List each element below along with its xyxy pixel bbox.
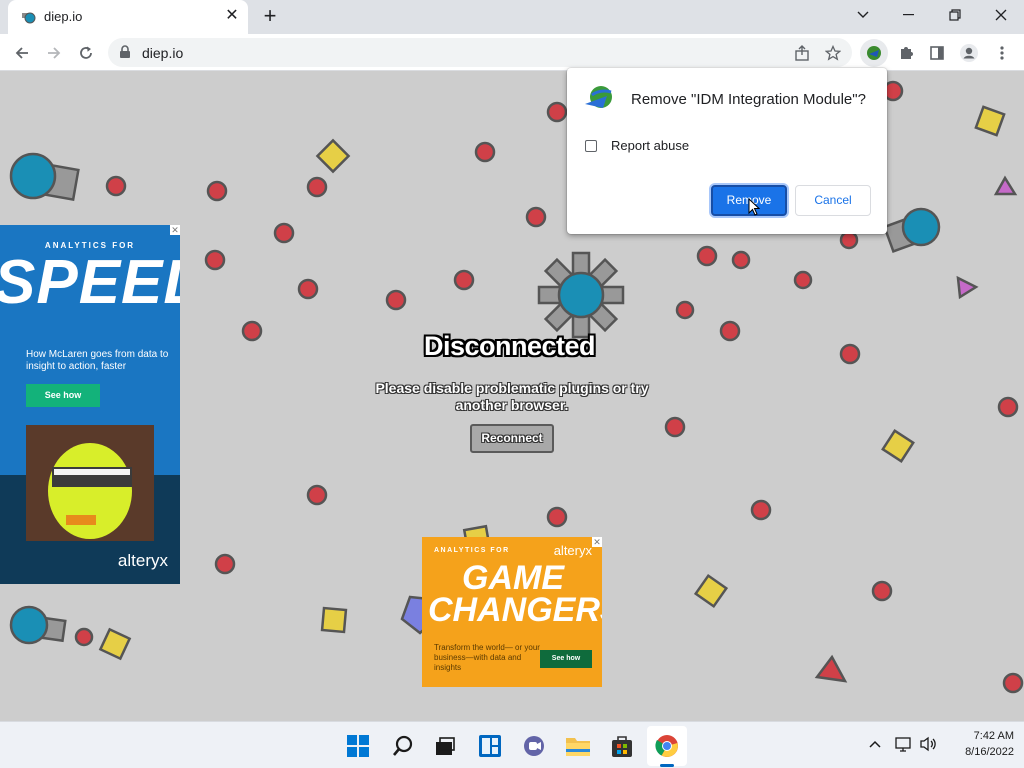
mouse-cursor-icon (748, 198, 760, 216)
ad-bottom-body: Transform the world— or your business—wi… (434, 643, 540, 672)
forward-button[interactable] (40, 39, 68, 67)
search-icon[interactable] (387, 730, 419, 762)
ad-left-cta-button[interactable]: See how (26, 384, 100, 407)
clock-time: 7:42 AM (973, 730, 1014, 742)
widgets-icon[interactable] (474, 730, 506, 762)
volume-icon[interactable] (920, 735, 938, 753)
remove-extension-dialog: Remove "IDM Integration Module"? Report … (567, 68, 887, 234)
reconnect-button[interactable]: Reconnect (470, 424, 554, 453)
disconnected-message: Please disable problematic plugins or tr… (375, 380, 649, 413)
show-hidden-icons-chevron-icon[interactable] (866, 735, 884, 753)
restore-button[interactable] (932, 0, 978, 30)
report-abuse-checkbox[interactable] (585, 140, 597, 152)
side-panel-icon[interactable] (923, 39, 951, 67)
microsoft-store-icon[interactable] (606, 730, 638, 762)
disconnected-title: Disconnected (424, 331, 596, 361)
chat-icon[interactable] (518, 730, 550, 762)
close-window-button[interactable] (978, 0, 1024, 30)
reload-button[interactable] (72, 39, 100, 67)
clock-date: 8/16/2022 (965, 746, 1014, 758)
dialog-title: Remove "IDM Integration Module"? (631, 91, 866, 108)
ad-bottom-close-icon[interactable]: ✕ (592, 537, 602, 547)
ad-bottom-banner[interactable]: ANALYTICS FOR alteryx GAME CHANGERS Tran… (422, 537, 602, 687)
tab-close-icon[interactable]: ✕ (222, 6, 242, 26)
windows-taskbar: 7:42 AM 8/16/2022 (0, 721, 1024, 768)
start-icon[interactable] (342, 730, 374, 762)
minimize-button[interactable] (886, 0, 932, 30)
ad-left-headline: SPEED (0, 248, 180, 317)
ad-bottom-eyebrow: ANALYTICS FOR (434, 547, 510, 554)
ad-left-body: How McLaren goes from data to insight to… (26, 349, 169, 372)
idm-icon (585, 86, 612, 108)
taskbar-clock[interactable]: 7:42 AM 8/16/2022 (944, 728, 1014, 760)
profile-avatar-icon[interactable] (955, 39, 983, 67)
red-triangles (814, 654, 848, 683)
ad-bottom-headline-2: CHANGERS (428, 591, 602, 629)
lock-icon[interactable] (119, 45, 131, 59)
tab-title: diep.io (44, 9, 83, 24)
idm-extension-icon[interactable] (860, 39, 888, 67)
extensions-puzzle-icon[interactable] (892, 39, 920, 67)
report-abuse-label[interactable]: Report abuse (611, 138, 689, 153)
new-tab-button[interactable]: + (258, 5, 282, 29)
diep-favicon-icon (22, 12, 36, 24)
chrome-running-indicator (660, 764, 674, 767)
pink-triangles (956, 175, 1018, 300)
browser-toolbar: diep.io (0, 34, 1024, 71)
ad-bottom-cta-button[interactable]: See how (540, 650, 592, 668)
network-icon[interactable] (895, 735, 913, 753)
tab-search-icon[interactable] (840, 0, 886, 30)
ad-left-banner[interactable]: ANALYTICS FOR SPEED How McLaren goes fro… (0, 225, 180, 584)
ad-left-close-icon[interactable]: ✕ (170, 225, 180, 235)
tab-strip: diep.io ✕ + (0, 0, 1024, 34)
share-icon[interactable] (792, 43, 812, 63)
menu-dots-icon[interactable] (988, 39, 1016, 67)
bookmark-star-icon[interactable] (823, 43, 843, 63)
ad-left-brand: alteryx (117, 551, 168, 570)
cancel-button[interactable]: Cancel (795, 185, 871, 216)
ad-left-helmet-image (26, 425, 154, 541)
file-explorer-icon[interactable] (562, 730, 594, 762)
back-button[interactable] (8, 39, 36, 67)
address-bar[interactable]: diep.io (108, 38, 852, 67)
url-text[interactable]: diep.io (142, 45, 183, 61)
chrome-icon[interactable] (651, 730, 683, 762)
ad-bottom-brand: alteryx (553, 543, 592, 558)
tab-diep[interactable]: diep.io ✕ (8, 0, 248, 34)
task-view-icon[interactable] (429, 730, 461, 762)
